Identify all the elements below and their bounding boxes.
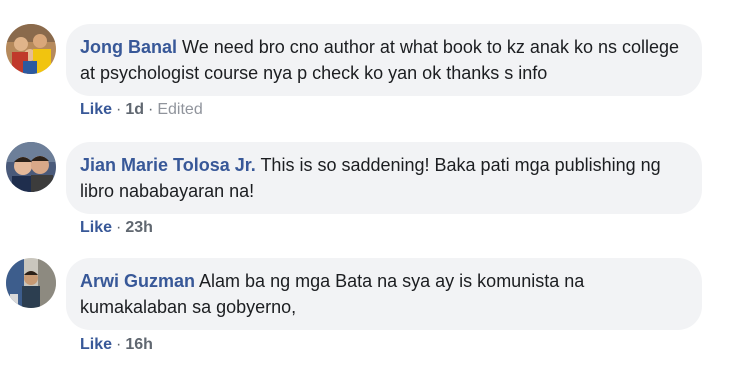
- comment-timestamp[interactable]: 16h: [125, 336, 153, 353]
- edited-label[interactable]: Edited: [157, 101, 202, 118]
- comment-author-link[interactable]: Jong Banal: [80, 37, 177, 57]
- like-link[interactable]: Like: [80, 336, 112, 353]
- separator-dot: ·: [116, 101, 122, 118]
- comment-bubble: Jian Marie Tolosa Jr. This is so saddeni…: [66, 142, 702, 214]
- comment-bubble: Arwi Guzman Alam ba ng mga Bata na sya a…: [66, 258, 702, 330]
- separator-dot: ·: [116, 219, 122, 236]
- avatar[interactable]: [6, 258, 56, 308]
- comment-actions: Like · 1d · Edited: [80, 100, 203, 120]
- comment-thread: Jong Banal We need bro cno author at wha…: [0, 0, 750, 370]
- like-link[interactable]: Like: [80, 219, 112, 236]
- like-link[interactable]: Like: [80, 101, 112, 118]
- avatar-photo-icon: [6, 24, 56, 74]
- avatar-photo-icon: [6, 142, 56, 192]
- separator-dot: ·: [148, 101, 154, 118]
- comment-actions: Like · 23h: [80, 218, 153, 238]
- comment-author-link[interactable]: Arwi Guzman: [80, 271, 195, 291]
- comment-timestamp[interactable]: 1d: [125, 101, 144, 118]
- comment-bubble: Jong Banal We need bro cno author at wha…: [66, 24, 702, 96]
- comment-author-link[interactable]: Jian Marie Tolosa Jr.: [80, 155, 256, 175]
- separator-dot: ·: [116, 336, 122, 353]
- avatar[interactable]: [6, 24, 56, 74]
- avatar[interactable]: [6, 142, 56, 192]
- comment-actions: Like · 16h: [80, 335, 153, 355]
- comment-timestamp[interactable]: 23h: [125, 219, 153, 236]
- avatar-photo-icon: [6, 258, 56, 308]
